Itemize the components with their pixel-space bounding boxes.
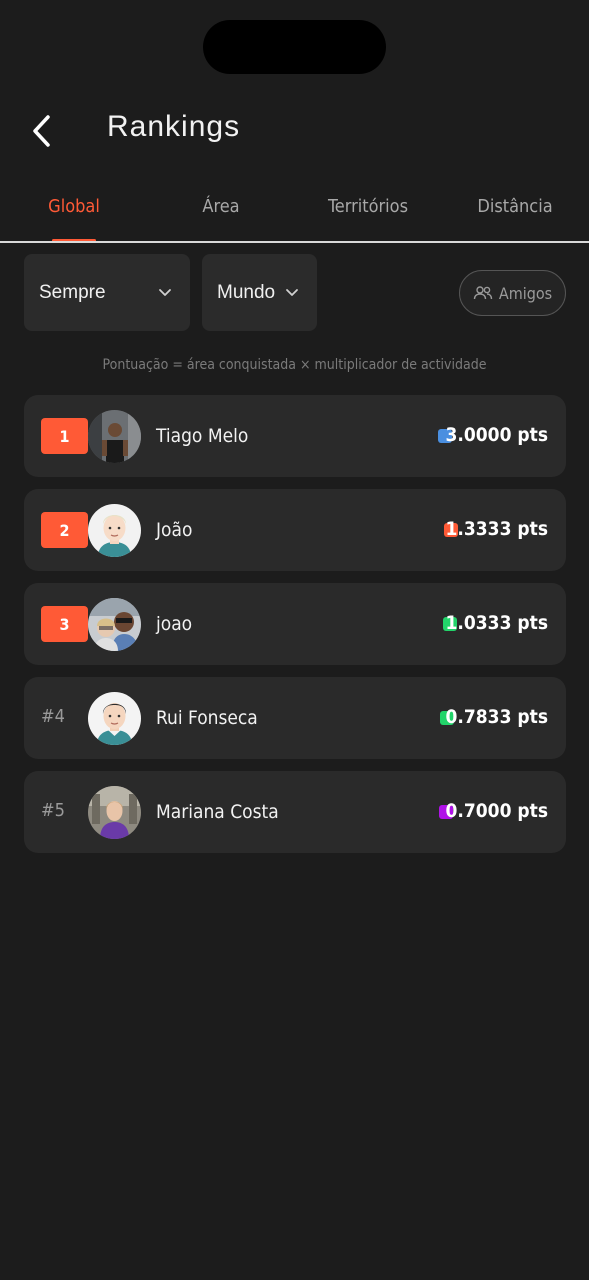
chevron-left-icon [33,115,50,147]
avatar [88,504,141,557]
header: Rankings [0,100,589,160]
users-icon [473,286,493,300]
camera-notch [203,20,386,74]
chevron-down-icon [286,288,298,296]
player-points: 3.0000 pts [445,424,549,446]
player-name: joao [156,613,193,635]
ranking-row[interactable]: 3 joao 1.0333 pts [24,583,566,665]
rank-badge: 2 [41,512,88,548]
friends-toggle-button[interactable]: Amigos [459,270,566,316]
rank-label: #5 [41,800,65,821]
ranking-row[interactable]: #5 Mariana Costa 0.7000 pts [24,771,566,853]
avatar [88,410,141,463]
ranking-row[interactable]: #4 Rui Fonseca 0.7833 pts [24,677,566,759]
player-points: 0.7833 pts [445,706,549,728]
region-dropdown[interactable]: Mundo [202,254,317,331]
back-button[interactable] [22,108,62,154]
rank-label: #4 [41,706,65,727]
player-points: 1.3333 pts [445,518,549,540]
page-title: Rankings [107,110,241,143]
avatar [88,598,141,651]
player-name: Tiago Melo [156,425,249,447]
period-dropdown-value: Sempre [39,281,106,303]
ranking-list: 1 Tiago Melo 3.0000 pts 2 João 1.3333 pt… [24,395,566,865]
avatar [88,786,141,839]
ranking-row[interactable]: 2 João 1.3333 pts [24,489,566,571]
player-name: Rui Fonseca [156,707,258,729]
score-formula-hint: Pontuação = área conquistada × multiplic… [102,357,487,373]
tab-bar: Global Área Territórios Distância [0,188,589,244]
player-name: Mariana Costa [156,801,279,823]
player-name: João [156,519,193,541]
tabs-divider [0,241,589,243]
player-points: 0.7000 pts [445,800,549,822]
rank-badge: 3 [41,606,88,642]
ranking-row[interactable]: 1 Tiago Melo 3.0000 pts [24,395,566,477]
rank-badge: 1 [41,418,88,454]
player-points: 1.0333 pts [445,612,549,634]
region-dropdown-value: Mundo [217,281,276,303]
friends-label: Amigos [498,283,553,303]
rankings-screen: Rankings Global Área Territórios Distânc… [0,0,589,1280]
period-dropdown[interactable]: Sempre [24,254,190,331]
chevron-down-icon [159,288,171,296]
avatar [88,692,141,745]
